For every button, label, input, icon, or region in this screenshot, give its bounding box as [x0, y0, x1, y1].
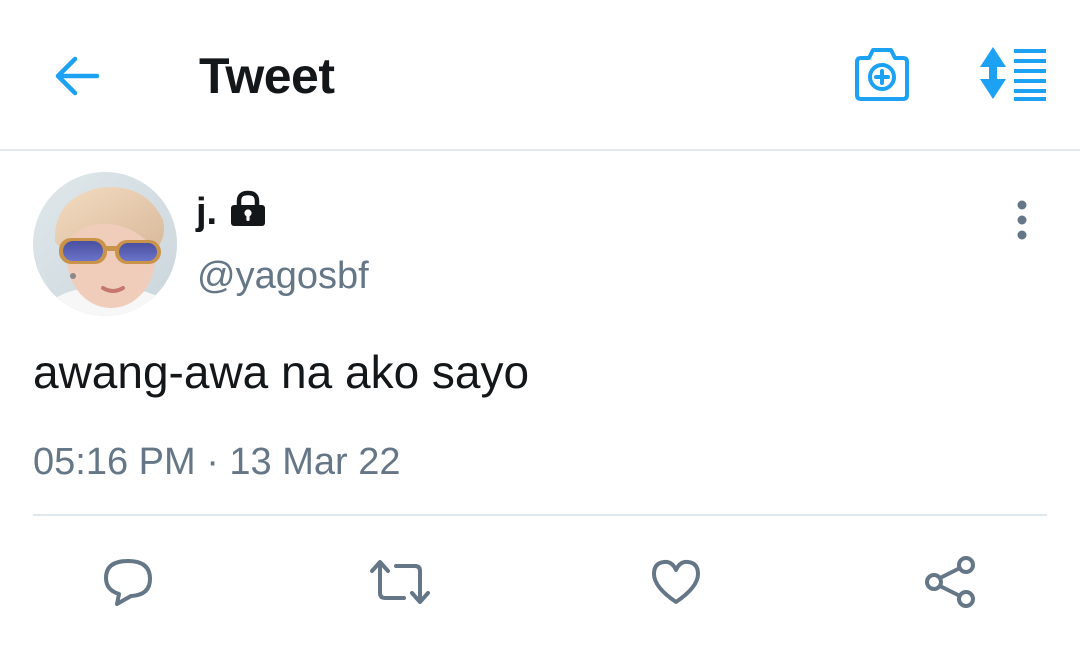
- more-vertical-icon: [1017, 200, 1027, 240]
- page-title: Tweet: [199, 48, 335, 104]
- retweet-icon: [370, 560, 430, 604]
- top-app-bar: Tweet: [0, 0, 1080, 151]
- back-button[interactable]: [46, 48, 106, 104]
- camera-plus-icon: [855, 48, 909, 101]
- share-icon: [925, 556, 975, 608]
- divider: [33, 514, 1047, 516]
- tweet-timestamp: 05:16 PM · 13 Mar 22: [33, 441, 401, 483]
- lock-icon: [231, 190, 265, 226]
- avatar-image: [33, 172, 177, 316]
- like-button[interactable]: [644, 550, 708, 614]
- reply-button[interactable]: [96, 550, 160, 614]
- author-handle[interactable]: @yagosbf: [197, 252, 369, 300]
- sort-lines-icon: [980, 47, 1046, 101]
- comment-icon: [104, 559, 152, 606]
- retweet-button[interactable]: [368, 550, 432, 614]
- arrow-left-icon: [55, 56, 100, 96]
- sort-button[interactable]: [974, 40, 1054, 106]
- author-display-name[interactable]: j.: [196, 188, 217, 236]
- more-options-button[interactable]: [1000, 198, 1044, 242]
- camera-button[interactable]: [848, 40, 916, 106]
- tweet-text: awang-awa na ako sayo: [33, 346, 530, 398]
- avatar[interactable]: [33, 172, 177, 316]
- share-button[interactable]: [918, 550, 982, 614]
- heart-icon: [652, 559, 700, 604]
